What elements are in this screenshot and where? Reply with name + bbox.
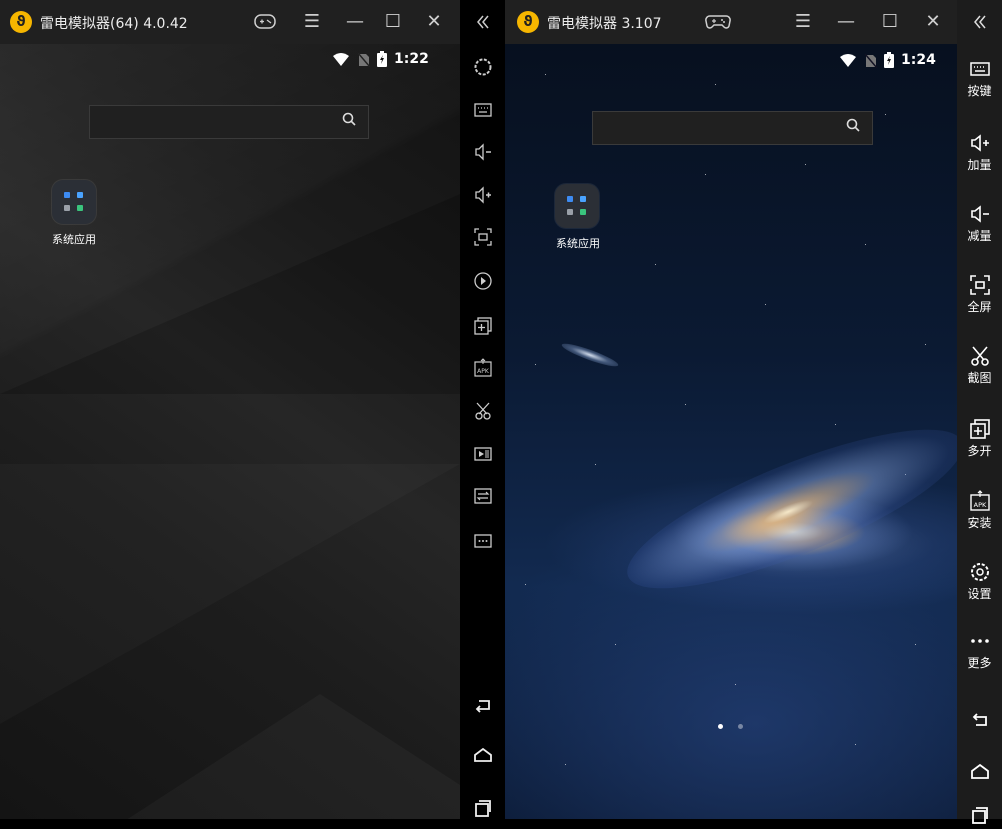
collapse-toolbar-icon[interactable] [460, 7, 505, 37]
window2-sidebar: 按键 加量 减量 全屏 截图 多开 APK 安装 设置 更多 [957, 0, 1002, 824]
fullscreen-icon [969, 275, 990, 295]
maximize-button[interactable]: ☐ [875, 0, 905, 44]
window1-titlebar: ϑ 雷电模拟器(64) 4.0.42 ☰ — ☐ ✕ [0, 0, 460, 44]
window2-android-screen: 1:24 系统应用 [505, 44, 957, 819]
lightning-logo-icon: ϑ [10, 11, 32, 33]
window1-android-screen: 1:22 系统应用 [0, 44, 460, 819]
multi-instance-icon[interactable] [460, 311, 505, 341]
sidebar-item-label: 按键 [967, 84, 992, 98]
system-apps-folder[interactable] [555, 184, 599, 228]
window1-toolbar: APK [460, 0, 505, 819]
keyboard-icon [969, 62, 990, 76]
menu-icon[interactable]: ☰ [298, 0, 326, 44]
status-time: 1:22 [394, 51, 429, 67]
sidebar-item-install[interactable]: APK 安装 [957, 490, 1002, 531]
search-bar[interactable] [89, 105, 369, 139]
lightning-logo-icon: ϑ [517, 11, 539, 33]
gamepad-icon[interactable] [701, 0, 735, 44]
window2-title: 雷电模拟器 3.107 [547, 16, 662, 32]
menu-icon[interactable]: ☰ [789, 0, 817, 44]
back-icon[interactable] [957, 706, 1002, 736]
sidebar-item-more[interactable]: 更多 [957, 630, 1002, 671]
apk-install-icon[interactable]: APK [460, 353, 505, 383]
small-galaxy [560, 340, 620, 370]
window2-titlebar: ϑ 雷电模拟器 3.107 ☰ — ☐ ✕ [505, 0, 957, 44]
no-sim-icon [864, 53, 878, 72]
sidebar-item-label: 减量 [967, 229, 992, 243]
video-record-icon[interactable] [460, 439, 505, 469]
sidebar-item-keyboard[interactable]: 按键 [957, 58, 1002, 99]
maximize-button[interactable]: ☐ [378, 0, 408, 44]
sidebar-item-settings[interactable]: 设置 [957, 561, 1002, 602]
home-icon[interactable] [957, 756, 1002, 786]
battery-icon [884, 52, 894, 72]
no-sim-icon [357, 52, 371, 71]
more-icon[interactable] [460, 526, 505, 556]
page-dot[interactable] [738, 724, 743, 729]
recent-apps-icon[interactable] [957, 799, 1002, 829]
sidebar-item-volume-up[interactable]: 加量 [957, 132, 1002, 173]
scissors-icon [970, 346, 989, 366]
status-time: 1:24 [901, 52, 936, 68]
page-dot-active[interactable] [718, 724, 723, 729]
search-bar[interactable] [592, 111, 873, 145]
close-button[interactable]: ✕ [917, 0, 949, 44]
sidebar-item-label: 安装 [967, 516, 992, 530]
sync-icon[interactable] [460, 481, 505, 511]
sidebar-item-fullscreen[interactable]: 全屏 [957, 274, 1002, 315]
system-apps-label: 系统应用 [556, 237, 600, 250]
minimize-button[interactable]: — [831, 0, 861, 44]
more-icon [970, 639, 989, 643]
sidebar-item-label: 加量 [967, 158, 992, 172]
multi-instance-icon [969, 419, 990, 439]
svg-text:APK: APK [477, 368, 490, 375]
rotate-icon[interactable] [460, 266, 505, 296]
sidebar-item-label: 全屏 [967, 300, 992, 314]
search-icon [846, 118, 860, 132]
gamepad-icon[interactable] [248, 0, 282, 44]
volume-up-icon [970, 134, 989, 152]
system-apps-label: 系统应用 [52, 233, 96, 246]
volume-up-icon[interactable] [460, 180, 505, 210]
back-icon[interactable] [460, 690, 505, 720]
scissors-icon[interactable] [460, 396, 505, 426]
keyboard-icon[interactable] [460, 95, 505, 125]
search-icon [342, 112, 356, 126]
collapse-sidebar-icon[interactable] [957, 7, 1002, 37]
sidebar-item-screenshot[interactable]: 截图 [957, 345, 1002, 386]
battery-icon [377, 51, 387, 71]
sidebar-item-label: 设置 [967, 587, 992, 601]
wifi-icon [332, 52, 350, 71]
wallpaper-facet [0, 194, 460, 394]
volume-down-icon [970, 205, 989, 223]
window1-title: 雷电模拟器(64) 4.0.42 [40, 16, 188, 32]
sidebar-item-label: 更多 [967, 656, 992, 670]
fullscreen-icon[interactable] [460, 222, 505, 252]
close-button[interactable]: ✕ [418, 0, 450, 44]
home-icon[interactable] [460, 740, 505, 770]
gear-icon [970, 563, 989, 581]
system-apps-folder[interactable] [52, 180, 96, 224]
sidebar-item-label: 多开 [967, 444, 992, 458]
volume-down-icon[interactable] [460, 137, 505, 167]
wifi-icon [839, 53, 857, 72]
recent-apps-icon[interactable] [460, 792, 505, 822]
wallpaper-facet [0, 464, 460, 724]
wallpaper-facet [120, 694, 460, 819]
sidebar-item-label: 截图 [967, 371, 992, 385]
gear-icon[interactable] [460, 52, 505, 82]
svg-text:APK: APK [973, 501, 986, 509]
sidebar-item-volume-down[interactable]: 减量 [957, 203, 1002, 244]
apk-install-icon: APK [969, 490, 990, 511]
minimize-button[interactable]: — [340, 0, 370, 44]
galaxy [611, 399, 957, 619]
sidebar-item-multi-instance[interactable]: 多开 [957, 418, 1002, 459]
